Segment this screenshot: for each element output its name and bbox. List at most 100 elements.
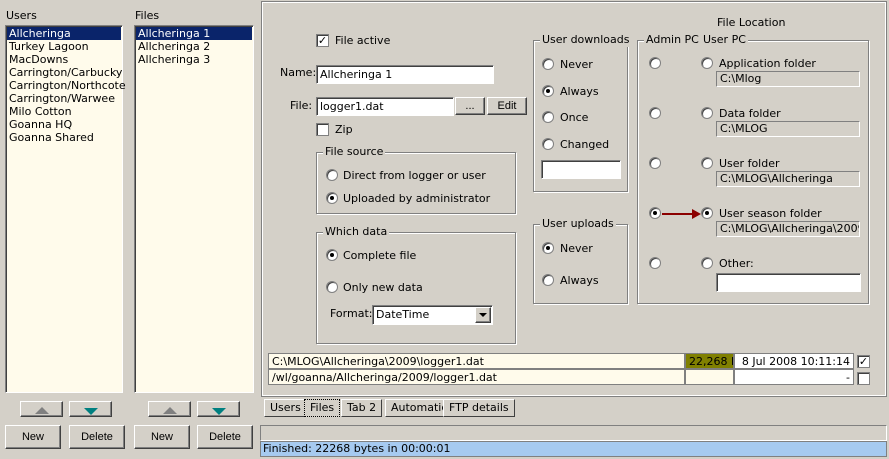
user-folder-path: C:\MLOG\Allcheringa — [716, 171, 860, 187]
files-new-button[interactable]: New — [134, 425, 190, 449]
other-path-input[interactable] — [716, 273, 861, 292]
complete-file-label: Complete file — [343, 249, 417, 262]
user-folder-label: User folder — [719, 157, 780, 170]
admin-pc-label: Admin PC — [644, 33, 701, 47]
users-move-up-button[interactable] — [20, 401, 63, 417]
users-list-item[interactable]: Carrington/Warwee — [7, 92, 121, 105]
only-new-data-label: Only new data — [343, 281, 423, 294]
users-label: Users — [6, 9, 37, 22]
users-list[interactable]: Allcheringa Turkey Lagoon MacDowns Carringt… — [5, 25, 126, 393]
tab-tab-2[interactable]: Tab 2 — [341, 399, 383, 417]
admin-other-radio[interactable] — [649, 257, 661, 269]
admin-application-folder-radio[interactable] — [649, 57, 661, 69]
file-input[interactable]: logger1.dat — [316, 97, 454, 116]
file-source-uploaded-label: Uploaded by administrator — [343, 192, 491, 205]
users-list-item[interactable]: Carrington/Northcote — [7, 79, 126, 92]
file-source-direct-label: Direct from logger or user — [343, 169, 486, 182]
files-move-up-button[interactable] — [148, 401, 191, 417]
users-list-item[interactable]: Allcheringa — [7, 27, 121, 40]
user-uploads-group: User uploads — [533, 217, 628, 304]
file-active-label: File active — [335, 34, 391, 47]
checkmark-icon: ✓ — [858, 355, 869, 368]
zip-label: Zip — [335, 123, 353, 136]
admin-data-folder-radio[interactable] — [649, 107, 661, 119]
uploads-always-radio[interactable] — [542, 274, 554, 286]
user-application-folder-radio[interactable] — [701, 57, 713, 69]
users-list-item[interactable]: Carrington/Carbucky — [7, 66, 122, 79]
downloads-never-radio[interactable] — [542, 58, 554, 70]
uploads-never-radio[interactable] — [542, 242, 554, 254]
arrow-right-icon — [662, 209, 701, 219]
user-uploads-title: User uploads — [540, 217, 616, 231]
progress-bar — [260, 425, 887, 441]
file-label: File: — [290, 99, 313, 112]
files-label: Files — [135, 9, 160, 22]
name-input[interactable]: Allcheringa 1 — [316, 65, 494, 84]
remote-file-size — [685, 369, 734, 385]
users-list-item[interactable]: Goanna HQ — [7, 118, 121, 131]
browse-button[interactable]: ... — [455, 97, 485, 115]
arrow-down-icon — [211, 407, 226, 415]
file-source-direct-radio[interactable] — [326, 169, 338, 181]
downloads-changed-radio[interactable] — [542, 138, 554, 150]
files-list[interactable]: Allcheringa 1 Allcheringa 2 Allcheringa 3 — [134, 25, 254, 393]
uploads-always-label: Always — [560, 274, 599, 287]
user-user-folder-radio[interactable] — [701, 157, 713, 169]
admin-user-folder-radio[interactable] — [649, 157, 661, 169]
users-delete-button[interactable]: Delete — [69, 425, 125, 449]
downloads-always-radio[interactable] — [542, 85, 554, 97]
tab-files[interactable]: Files — [304, 399, 341, 417]
zip-checkbox[interactable] — [316, 123, 329, 136]
downloads-changed-input[interactable] — [541, 160, 621, 179]
downloads-once-radio[interactable] — [542, 111, 554, 123]
user-data-folder-radio[interactable] — [701, 107, 713, 119]
remote-file-checkbox[interactable] — [857, 372, 870, 385]
file-source-uploaded-radio[interactable] — [326, 192, 338, 204]
arrow-down-icon — [83, 407, 98, 415]
downloads-once-label: Once — [560, 111, 589, 124]
users-list-item[interactable]: Turkey Lagoon — [7, 40, 121, 53]
tab-users[interactable]: Users — [264, 399, 307, 417]
application-folder-label: Application folder — [719, 57, 816, 70]
local-file-size: 22,268 b — [685, 353, 734, 369]
downloads-never-label: Never — [560, 58, 593, 71]
downloads-always-label: Always — [560, 85, 599, 98]
local-file-checkbox[interactable]: ✓ — [857, 355, 870, 368]
local-file-path: C:\MLOG\Allcheringa\2009\logger1.dat — [268, 353, 685, 369]
name-label: Name: — [280, 66, 317, 79]
user-other-radio[interactable] — [701, 257, 713, 269]
users-list-item[interactable]: MacDowns — [7, 53, 121, 66]
local-file-date: 8 Jul 2008 10:11:14 — [734, 353, 854, 369]
format-label: Format: — [330, 307, 373, 320]
files-move-down-button[interactable] — [197, 401, 240, 417]
which-data-title: Which data — [323, 225, 390, 239]
files-list-item[interactable]: Allcheringa 1 — [136, 27, 252, 40]
users-new-button[interactable]: New — [5, 425, 61, 449]
complete-file-radio[interactable] — [326, 249, 338, 261]
user-pc-label: User PC — [701, 33, 748, 47]
user-season-folder-label: User season folder — [719, 207, 822, 220]
users-move-down-button[interactable] — [69, 401, 112, 417]
data-folder-path: C:\MLOG — [716, 121, 860, 137]
other-label: Other: — [719, 257, 754, 270]
user-user-season-folder-radio[interactable] — [701, 207, 713, 219]
files-delete-button[interactable]: Delete — [197, 425, 253, 449]
format-value: DateTime — [376, 308, 430, 321]
file-active-checkbox[interactable]: ✓ — [316, 34, 329, 47]
files-list-item[interactable]: Allcheringa 2 — [136, 40, 252, 53]
files-list-item[interactable]: Allcheringa 3 — [136, 53, 252, 66]
file-location-title: File Location — [717, 16, 786, 29]
application-folder-path: C:\Mlog — [716, 71, 860, 87]
users-list-item[interactable]: Goanna Shared — [7, 131, 121, 144]
admin-user-season-folder-radio[interactable] — [649, 207, 661, 219]
edit-button[interactable]: Edit — [487, 97, 527, 115]
user-season-folder-path: C:\MLOG\Allcheringa\2009 — [716, 221, 860, 237]
users-list-item[interactable]: Milo Cotton — [7, 105, 121, 118]
checkmark-icon: ✓ — [317, 34, 328, 47]
tab-ftp-details[interactable]: FTP details — [443, 399, 515, 417]
user-downloads-title: User downloads — [540, 33, 632, 47]
only-new-data-radio[interactable] — [326, 281, 338, 293]
arrow-up-icon — [34, 407, 49, 414]
uploads-never-label: Never — [560, 242, 593, 255]
format-dropdown-button[interactable] — [475, 307, 491, 323]
